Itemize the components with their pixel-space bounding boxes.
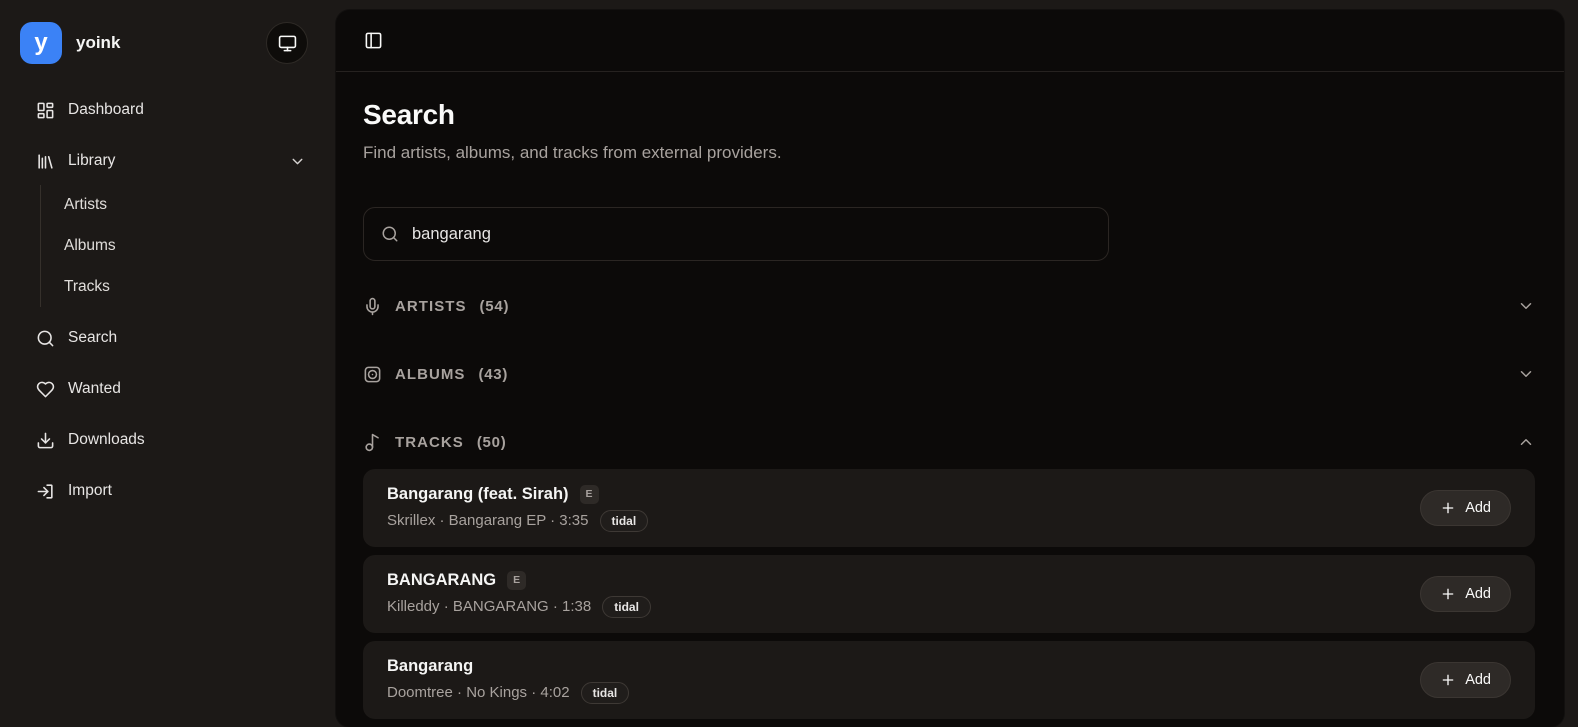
disc-album-icon: [363, 365, 382, 384]
library-icon: [36, 152, 55, 171]
search-icon: [381, 225, 399, 243]
track-info: Bangarang Doomtree · No Kings · 4:02 tid…: [387, 656, 630, 704]
sidebar-item-downloads[interactable]: Downloads: [36, 420, 306, 460]
search-page: Search Find artists, albums, and tracks …: [336, 72, 1564, 727]
sidebar-item-wanted[interactable]: Wanted: [36, 369, 306, 409]
sidebar-item-dashboard[interactable]: Dashboard: [36, 90, 306, 130]
track-title: Bangarang: [387, 656, 474, 675]
sidebar-item-label: Library: [68, 152, 116, 169]
sidebar-item-label: Import: [68, 482, 112, 499]
heart-icon: [36, 380, 55, 399]
add-button[interactable]: Add: [1420, 662, 1511, 698]
sidebar-item-import[interactable]: Import: [36, 471, 306, 511]
section-artists: ARTISTS (54): [363, 295, 1535, 317]
add-button-label: Add: [1465, 500, 1491, 516]
sidebar-subitem-label: Tracks: [64, 278, 110, 295]
track-info: Bangarang (feat. Sirah) E Skrillex · Ban…: [387, 484, 649, 532]
sidebar-toggle-button[interactable]: [360, 27, 387, 54]
section-tracks-header[interactable]: TRACKS (50): [363, 431, 1535, 453]
sidebar-item-label: Downloads: [68, 431, 145, 448]
track-row: BANGARANG E Killeddy · BANGARANG · 1:38 …: [363, 555, 1535, 633]
track-meta: Skrillex · Bangarang EP · 3:35: [387, 512, 589, 529]
sidebar: y yoink Dashboard Library Artists Albums…: [0, 0, 336, 727]
main-header: [336, 10, 1564, 72]
explicit-badge: E: [579, 484, 599, 504]
chevron-down-icon: [1517, 365, 1535, 383]
add-button[interactable]: Add: [1420, 490, 1511, 526]
track-row: Bangarang (feat. Sirah) E Skrillex · Ban…: [363, 469, 1535, 547]
import-icon: [36, 482, 55, 501]
sidebar-item-search[interactable]: Search: [36, 318, 306, 358]
sidebar-subitem-label: Albums: [64, 237, 116, 254]
music-note-icon: [363, 433, 382, 452]
sidebar-item-label: Search: [68, 329, 118, 346]
download-icon: [36, 431, 55, 450]
theme-toggle-button[interactable]: [266, 22, 308, 64]
section-tracks: TRACKS (50) Bangarang (feat. Sirah) E Sk…: [363, 431, 1535, 719]
chevron-up-icon: [1517, 433, 1535, 451]
app-logo: y: [20, 22, 62, 64]
add-button[interactable]: Add: [1420, 576, 1511, 612]
add-button-label: Add: [1465, 586, 1491, 602]
sidebar-item-label: Wanted: [68, 380, 121, 397]
section-artists-header[interactable]: ARTISTS (54): [363, 295, 1535, 317]
track-title: BANGARANG: [387, 570, 497, 589]
track-meta: Doomtree · No Kings · 4:02: [387, 684, 570, 701]
sidebar-nav: Dashboard Library Artists Albums Tracks: [0, 90, 336, 511]
provider-badge: tidal: [602, 595, 651, 618]
app-name: yoink: [76, 33, 121, 52]
section-label: ALBUMS: [395, 365, 466, 383]
chevron-down-icon: [1517, 297, 1535, 315]
app-logo-letter: y: [34, 29, 48, 56]
section-label: TRACKS: [395, 433, 464, 451]
page-title: Search: [363, 99, 455, 130]
section-count: (43): [478, 365, 509, 383]
sidebar-item-library[interactable]: Library: [36, 141, 306, 181]
plus-icon: [1440, 672, 1456, 688]
track-title: Bangarang (feat. Sirah): [387, 484, 569, 503]
section-label: ARTISTS: [395, 297, 467, 315]
search-box[interactable]: [363, 207, 1109, 261]
panel-left-icon: [364, 31, 383, 50]
library-sub-list: Artists Albums Tracks: [40, 185, 306, 307]
microphone-icon: [363, 297, 382, 316]
plus-icon: [1440, 500, 1456, 516]
track-row: Bangarang Doomtree · No Kings · 4:02 tid…: [363, 641, 1535, 719]
sidebar-item-tracks[interactable]: Tracks: [64, 267, 306, 307]
monitor-icon: [278, 34, 297, 53]
dashboard-icon: [36, 101, 55, 120]
section-count: (54): [479, 297, 510, 315]
plus-icon: [1440, 586, 1456, 602]
chevron-down-icon: [289, 153, 306, 170]
main-panel: Search Find artists, albums, and tracks …: [336, 10, 1564, 727]
search-input[interactable]: [412, 224, 1091, 244]
provider-badge: tidal: [580, 681, 630, 704]
provider-badge: tidal: [599, 509, 649, 532]
sidebar-subitem-label: Artists: [64, 196, 108, 213]
sidebar-item-label: Dashboard: [68, 101, 144, 118]
sidebar-header: y yoink: [0, 0, 336, 64]
page-subtitle: Find artists, albums, and tracks from ex…: [363, 143, 782, 162]
section-count: (50): [476, 433, 507, 451]
track-meta: Killeddy · BANGARANG · 1:38: [387, 598, 592, 615]
sidebar-item-albums[interactable]: Albums: [64, 226, 306, 266]
track-list: Bangarang (feat. Sirah) E Skrillex · Ban…: [363, 469, 1535, 719]
section-albums: ALBUMS (43): [363, 363, 1535, 385]
sidebar-item-artists[interactable]: Artists: [64, 185, 306, 225]
search-icon: [36, 329, 55, 348]
add-button-label: Add: [1465, 672, 1491, 688]
track-info: BANGARANG E Killeddy · BANGARANG · 1:38 …: [387, 570, 651, 618]
explicit-badge: E: [507, 570, 527, 590]
section-albums-header[interactable]: ALBUMS (43): [363, 363, 1535, 385]
